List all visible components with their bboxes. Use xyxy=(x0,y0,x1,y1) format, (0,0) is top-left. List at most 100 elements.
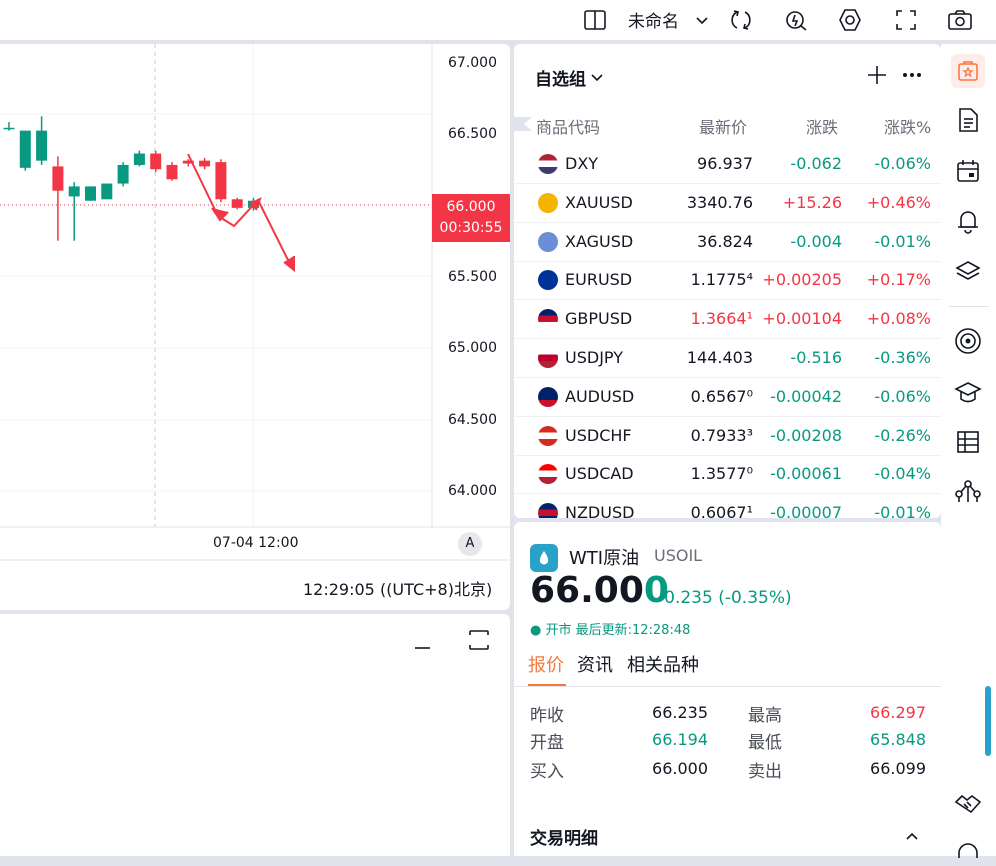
quote-label: 最高 xyxy=(748,706,782,726)
top-toolbar: 未命名 xyxy=(0,0,996,40)
header-symbol[interactable]: 商品代码 xyxy=(536,114,600,138)
change: +15.26 xyxy=(782,192,842,212)
watchlist-row[interactable]: NZDUSD 0.6067¹ -0.00007 -0.01% xyxy=(514,494,941,518)
chart-panel[interactable]: 67.000 66.500 65.500 65.000 64.500 64.00… xyxy=(0,44,510,610)
change: -0.004 xyxy=(790,231,842,251)
header-last[interactable]: 最新价 xyxy=(699,114,747,138)
more-icon[interactable] xyxy=(901,64,925,86)
nz-flag-icon xyxy=(538,503,558,518)
change: -0.516 xyxy=(790,348,842,367)
last-price: 0.7933³ xyxy=(690,425,753,445)
network-icon[interactable] xyxy=(953,476,983,506)
symbol-price: 66.000 xyxy=(530,570,669,611)
quote-value: 66.000 xyxy=(652,759,708,778)
chevron-down-icon[interactable] xyxy=(690,6,714,34)
quote-value: 66.099 xyxy=(870,759,926,778)
quote-label: 昨收 xyxy=(530,706,564,726)
quote-value: 66.235 xyxy=(652,703,708,722)
last-price: 96.937 xyxy=(697,154,753,173)
watchlist-row[interactable]: USDCAD 1.3577⁰ -0.00061 -0.04% xyxy=(514,455,941,495)
change: -0.00208 xyxy=(770,425,842,445)
symbol: USDJPY xyxy=(565,348,623,367)
current-price-tag: 66.000 00:30:55 xyxy=(432,194,510,242)
price-chart[interactable] xyxy=(0,44,510,610)
symbol: USDCHF xyxy=(565,425,632,445)
watchlist-title[interactable]: 自选组 xyxy=(535,65,586,90)
eu-flag-icon xyxy=(538,270,558,291)
last-price: 1.3664¹ xyxy=(690,309,753,329)
camera-icon[interactable] xyxy=(946,6,974,34)
watchlist-icon[interactable] xyxy=(951,54,985,88)
time-axis-label: 07-04 12:00 xyxy=(213,535,299,551)
fullscreen-icon[interactable] xyxy=(892,6,920,34)
watchlist-row[interactable]: XAUUSD 3340.76 +15.26 +0.46% xyxy=(514,184,941,223)
divider xyxy=(949,306,989,307)
tab-quote[interactable]: 报价 xyxy=(528,651,564,677)
timezone-clock[interactable]: 12:29:05 ((UTC+8)北京) xyxy=(303,576,492,600)
quote-value: 65.848 xyxy=(870,730,926,749)
scroll-handle[interactable] xyxy=(985,686,991,756)
silver-flag-icon xyxy=(538,231,558,252)
watchlist-panel: 自选组 商品代码 最新价 涨跌 涨跌% DXY 96.937 -0.062 -0.06… xyxy=(514,44,941,518)
change-pct: -0.06% xyxy=(874,154,931,173)
tab-related[interactable]: 相关品种 xyxy=(627,651,699,677)
bottom-panel xyxy=(0,614,510,856)
change: +0.00104 xyxy=(762,309,842,329)
table-icon[interactable] xyxy=(953,427,983,457)
price-tick: 66.500 xyxy=(448,126,497,142)
minimize-icon[interactable] xyxy=(412,632,432,652)
settings-icon[interactable] xyxy=(836,6,864,34)
gold-flag-icon xyxy=(538,192,558,213)
candle-body xyxy=(3,127,15,130)
price-tick: 64.000 xyxy=(448,483,497,499)
change: -0.00042 xyxy=(770,386,842,406)
layers-icon[interactable] xyxy=(953,256,983,286)
change-pct: +0.46% xyxy=(866,192,931,212)
watchlist-row[interactable]: USDCHF 0.7933³ -0.00208 -0.26% xyxy=(514,417,941,456)
alert-icon[interactable] xyxy=(782,6,810,34)
target-icon[interactable] xyxy=(953,326,983,356)
change-pct: -0.01% xyxy=(874,503,931,518)
trade-details-title[interactable]: 交易明细 xyxy=(530,824,598,849)
tab-news[interactable]: 资讯 xyxy=(577,651,613,677)
sync-icon[interactable] xyxy=(727,6,755,34)
last-price: 0.6067¹ xyxy=(690,503,753,518)
watchlist-row[interactable]: AUDUSD 0.6567⁰ -0.00042 -0.06% xyxy=(514,378,941,417)
change: -0.00007 xyxy=(770,503,842,518)
price-tick: 65.500 xyxy=(448,269,497,285)
symbol: NZDUSD xyxy=(565,503,635,518)
handshake-icon[interactable] xyxy=(953,788,983,818)
news-icon[interactable] xyxy=(953,105,983,135)
maximize-icon[interactable] xyxy=(467,628,491,652)
quote-label: 买入 xyxy=(530,762,564,782)
watchlist-row[interactable]: GBPUSD 1.3664¹ +0.00104 +0.08% xyxy=(514,300,941,340)
market-status: ● 开市 最后更新:12:28:48 xyxy=(530,623,691,638)
current-price: 66.000 xyxy=(446,199,496,215)
bell-icon[interactable] xyxy=(953,206,983,236)
candle-body xyxy=(36,130,48,161)
watchlist-row[interactable]: EURUSD 1.1775⁴ +0.00205 +0.17% xyxy=(514,261,941,301)
auto-scale-button[interactable]: A xyxy=(458,532,482,556)
symbol: USDCAD xyxy=(565,464,634,484)
chevron-down-icon[interactable] xyxy=(590,69,604,83)
header-change[interactable]: 涨跌 xyxy=(806,114,838,138)
chevron-up-icon[interactable] xyxy=(904,828,920,844)
last-price: 144.403 xyxy=(686,348,753,367)
change-pct: -0.01% xyxy=(874,231,931,251)
layout-name[interactable]: 未命名 xyxy=(628,7,679,32)
change-pct: -0.26% xyxy=(874,425,931,445)
watchlist-row[interactable]: DXY 96.937 -0.062 -0.06% xyxy=(514,145,941,184)
calendar-icon[interactable] xyxy=(953,156,983,186)
header-change-pct[interactable]: 涨跌% xyxy=(884,114,931,138)
watchlist-row[interactable]: USDJPY 144.403 -0.516 -0.36% xyxy=(514,339,941,378)
support-icon[interactable] xyxy=(953,836,983,866)
academy-icon[interactable] xyxy=(953,378,983,408)
change: +0.00205 xyxy=(762,270,842,290)
add-symbol-icon[interactable] xyxy=(866,64,888,86)
quote-value: 66.194 xyxy=(652,730,708,749)
layout-toggle-icon[interactable] xyxy=(581,6,609,34)
ch-flag-icon xyxy=(538,425,558,446)
watchlist-row[interactable]: XAGUSD 36.824 -0.004 -0.01% xyxy=(514,223,941,262)
symbol: AUDUSD xyxy=(565,386,635,406)
change-pct: -0.04% xyxy=(874,464,931,484)
